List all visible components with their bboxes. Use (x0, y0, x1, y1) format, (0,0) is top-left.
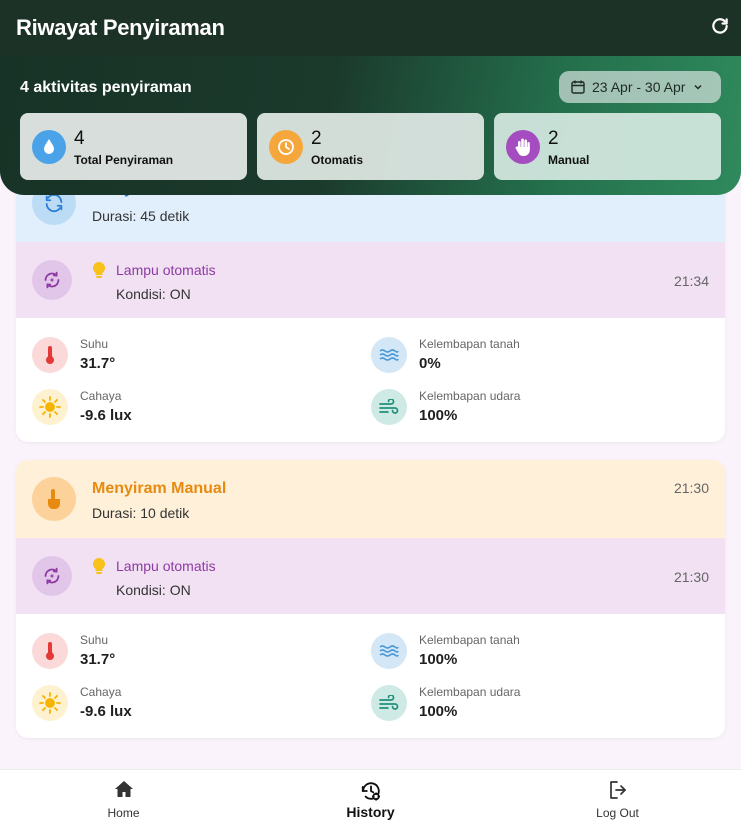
sensor-grid: Suhu 31.7° Kelembapan tanah 100% Cahaya … (16, 614, 725, 738)
stat-label: Total Penyiraman (74, 153, 174, 167)
sensor-temperature: Suhu 31.7° (32, 633, 332, 673)
lamp-condition: Kondisi: ON (116, 286, 191, 302)
sensor-air-humidity: Kelembapan udara 100% (371, 389, 671, 429)
date-range-picker[interactable]: 23 Apr - 30 Apr (559, 71, 721, 103)
sensor-air-humidity: Kelembapan udara 100% (371, 685, 671, 725)
refresh-button[interactable] (709, 17, 731, 39)
nav-label: Home (107, 806, 140, 820)
sensor-label: Suhu (80, 337, 109, 351)
stat-auto: 2 Otomatis (257, 113, 484, 180)
sensor-label: Kelembapan udara (419, 685, 521, 699)
watering-duration: Durasi: 45 detik (92, 208, 190, 224)
sensor-grid: Suhu 31.7° Kelembapan tanah 0% Cahaya -9… (16, 318, 725, 442)
lamp-time: 21:34 (673, 273, 709, 289)
history-card[interactable]: Menyiram Manual Durasi: 10 detik 21:30 L… (16, 460, 725, 738)
activity-count: 4 aktivitas penyiraman (20, 79, 192, 96)
history-icon (247, 780, 494, 802)
stat-manual: 2 Manual (494, 113, 721, 180)
history-list: Menyiram Otomatis Durasi: 45 detik Lampu… (16, 150, 725, 756)
lamp-row[interactable]: Lampu otomatis Kondisi: ON 21:30 (16, 538, 725, 614)
lamp-condition: Kondisi: ON (116, 582, 191, 598)
lamp-title: Lampu otomatis (116, 558, 216, 574)
lamp-cycle-icon (32, 556, 72, 596)
stat-value: 4 (74, 128, 85, 149)
sensor-value: 100% (419, 407, 458, 424)
lightbulb-icon (92, 557, 106, 582)
bottom-navigation: Home History Log Out (0, 769, 741, 828)
sensor-value: 0% (419, 355, 441, 372)
stat-value: 2 (311, 128, 322, 149)
water-drop-icon (32, 130, 66, 164)
lamp-row[interactable]: Lampu otomatis Kondisi: ON 21:34 (16, 242, 725, 318)
waves-icon (371, 337, 407, 373)
refresh-icon (710, 16, 730, 41)
stat-total: 4 Total Penyiraman (20, 113, 247, 180)
sensor-label: Cahaya (80, 685, 122, 699)
sensor-light: Cahaya -9.6 lux (32, 389, 332, 429)
date-range-label: 23 Apr - 30 Apr (592, 79, 686, 95)
touch-icon (32, 477, 76, 521)
sensor-value: -9.6 lux (80, 703, 132, 720)
stat-label: Otomatis (311, 153, 364, 167)
sensor-value: 100% (419, 651, 458, 668)
sensor-label: Kelembapan tanah (419, 337, 520, 351)
nav-history[interactable]: History (247, 770, 494, 828)
chevron-down-icon (693, 82, 703, 92)
sensor-soil-moisture: Kelembapan tanah 0% (371, 337, 671, 377)
calendar-icon (571, 80, 585, 94)
waves-icon (371, 633, 407, 669)
sensor-soil-moisture: Kelembapan tanah 100% (371, 633, 671, 673)
stat-label: Manual (548, 153, 590, 167)
home-icon (0, 780, 247, 798)
sensor-value: 31.7° (80, 651, 116, 668)
sensor-value: 100% (419, 703, 458, 720)
sensor-label: Kelembapan tanah (419, 633, 520, 647)
watering-time: 21:30 (673, 480, 709, 496)
sensor-temperature: Suhu 31.7° (32, 337, 332, 377)
app-bar: Riwayat Penyiraman (0, 0, 741, 56)
lamp-cycle-icon (32, 260, 72, 300)
thermometer-icon (32, 633, 68, 669)
watering-title: Menyiram Manual (92, 480, 227, 497)
sensor-value: -9.6 lux (80, 407, 132, 424)
clock-icon (269, 130, 303, 164)
wind-icon (371, 389, 407, 425)
sun-icon (32, 685, 68, 721)
page-title: Riwayat Penyiraman (16, 15, 225, 40)
lightbulb-icon (92, 261, 106, 286)
sensor-value: 31.7° (80, 355, 116, 372)
sensor-label: Suhu (80, 633, 109, 647)
lamp-time: 21:30 (673, 569, 709, 585)
logout-icon (494, 780, 741, 800)
nav-label: History (346, 804, 395, 820)
wind-icon (371, 685, 407, 721)
sensor-light: Cahaya -9.6 lux (32, 685, 332, 725)
sensor-label: Cahaya (80, 389, 122, 403)
nav-home[interactable]: Home (0, 770, 247, 828)
nav-logout[interactable]: Log Out (494, 770, 741, 828)
thermometer-icon (32, 337, 68, 373)
summary-header: Riwayat Penyiraman 4 aktivitas penyirama… (0, 0, 741, 195)
watering-duration: Durasi: 10 detik (92, 505, 190, 521)
hand-icon (506, 130, 540, 164)
stat-value: 2 (548, 128, 559, 149)
nav-label: Log Out (596, 806, 639, 820)
watering-row-manual[interactable]: Menyiram Manual Durasi: 10 detik 21:30 (16, 460, 725, 538)
sun-icon (32, 389, 68, 425)
lamp-title: Lampu otomatis (116, 262, 216, 278)
sensor-label: Kelembapan udara (419, 389, 521, 403)
